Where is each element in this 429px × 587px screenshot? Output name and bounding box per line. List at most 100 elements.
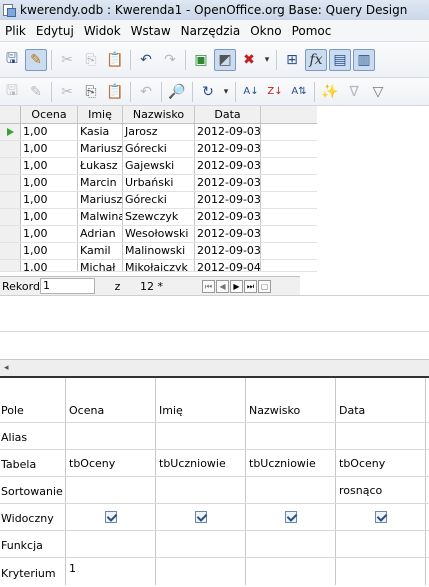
table-row[interactable]: 1,00 Marcin Urbański 2012-09-03 [0,175,317,192]
cell-data[interactable]: 2012-09-03 [195,192,261,208]
alias-cell[interactable] [336,423,426,449]
edit-pencil-icon[interactable]: ✎ [25,48,47,71]
first-record-icon[interactable]: ⏮ [202,279,215,293]
sort-cell[interactable] [156,477,246,503]
cell-data[interactable]: 2012-09-03 [195,175,261,191]
row-selector[interactable] [0,226,21,242]
menu-narzedzia[interactable]: Narzędzia [176,24,246,38]
find-record-icon[interactable]: 🔎 [166,81,188,103]
menu-edytuj[interactable]: Edytuj [31,24,79,38]
cell-nazwisko[interactable]: Urbański [123,175,195,191]
cell-ocena[interactable]: 1,00 [21,209,78,225]
record-number-input[interactable]: 1 [40,278,95,294]
next-record-icon[interactable]: ▶ [230,279,243,293]
column-header[interactable]: Ocena [21,106,78,123]
sort-ascending-icon[interactable]: A↓ [240,81,262,103]
table-row[interactable]: 1,00 Malwina Szewczyk 2012-09-03 [0,209,317,226]
alias-cell[interactable] [66,423,156,449]
new-record-icon[interactable]: ▢ [258,279,271,293]
cell-data[interactable]: 2012-09-03 [195,226,261,242]
sort-cell[interactable] [246,477,336,503]
visible-checkbox[interactable] [105,511,117,523]
cell-nazwisko[interactable]: Górecki [123,141,195,157]
cut-icon[interactable]: ✂ [56,49,78,71]
alias-cell[interactable] [156,423,246,449]
row-selector[interactable] [0,158,21,174]
row-selector[interactable] [0,141,21,157]
menu-okno[interactable]: Okno [245,24,286,38]
alias-cell[interactable] [246,423,336,449]
menu-wstaw[interactable]: Wstaw [126,24,176,38]
autofilter-icon[interactable]: ✨ [319,81,341,103]
cell-data[interactable]: 2012-09-03 [195,141,261,157]
scroll-left-icon[interactable]: ◂ [4,363,9,373]
criterion-cell[interactable] [156,558,246,585]
menu-plik[interactable]: Plik [0,24,31,38]
table-design-area[interactable] [0,295,429,359]
function-cell[interactable] [156,531,246,557]
table-cell[interactable]: tbOceny [66,450,156,476]
save-icon[interactable]: 🖫 [1,49,23,71]
previous-record-icon[interactable]: ◀ [216,279,229,293]
row-selector[interactable] [0,175,21,191]
cell-imie[interactable]: Mariusz [78,141,123,157]
functions-icon[interactable]: fx [305,48,327,71]
field-cell[interactable]: Imię [156,378,246,422]
visible-checkbox[interactable] [375,511,387,523]
paste-icon[interactable]: 📋 [104,49,126,71]
table-row[interactable]: 1,00 Kamil Malinowski 2012-09-03 [0,243,317,260]
refresh-icon[interactable]: ↻ [197,81,219,103]
filter-icon[interactable]: ▽ [367,81,389,103]
function-cell[interactable] [66,531,156,557]
field-cell[interactable]: Nazwisko [246,378,336,422]
row-selector[interactable] [0,124,21,140]
sort-descending-icon[interactable]: Z↓ [264,81,286,103]
dropdown-arrow-icon[interactable]: ▾ [221,81,231,103]
horizontal-scrollbar[interactable]: ◂ [0,359,429,376]
cell-imie[interactable]: Marcin [78,175,123,191]
cut-icon[interactable]: ✂ [56,81,78,103]
cell-nazwisko[interactable]: Malinowski [123,243,195,259]
sort-cell[interactable] [66,477,156,503]
cell-imie[interactable]: Łukasz [78,158,123,174]
criterion-cell[interactable] [336,558,426,585]
table-cell[interactable]: tbUczniowie [246,450,336,476]
visible-checkbox[interactable] [285,511,297,523]
table-row[interactable]: 1,00 Michał Mikołajczyk 2012-09-04 [0,260,317,272]
cell-ocena[interactable]: 1,00 [21,141,78,157]
toggle-design-icon[interactable]: ◩ [214,48,236,71]
cell-ocena[interactable]: 1,00 [21,158,78,174]
visible-checkbox[interactable] [195,511,207,523]
cell-ocena[interactable]: 1,00 [21,124,78,140]
criterion-cell[interactable] [246,558,336,585]
menu-widok[interactable]: Widok [79,24,126,38]
table-row[interactable]: 1,00 Mariusz Górecki 2012-09-03 [0,192,317,209]
cell-imie[interactable]: Kamil [78,243,123,259]
cell-data[interactable]: 2012-09-03 [195,158,261,174]
menu-pomoc[interactable]: Pomoc [287,24,337,38]
row-selector[interactable] [0,192,21,208]
cell-nazwisko[interactable]: Szewczyk [123,209,195,225]
column-header[interactable]: Imię [78,106,123,123]
table-cell[interactable]: tbOceny [336,450,426,476]
cell-nazwisko[interactable]: Wesołowski [123,226,195,242]
save-record-icon[interactable]: 🖫 [1,81,23,103]
cell-imie[interactable]: Adrian [78,226,123,242]
copy-icon[interactable]: ⎘ [80,81,102,103]
row-selector[interactable] [0,243,21,259]
field-cell[interactable]: Ocena [66,378,156,422]
table-row[interactable]: 1,00 Mariusz Górecki 2012-09-03 [0,141,317,158]
cell-imie[interactable]: Mariusz [78,192,123,208]
sort-icon[interactable]: A⇅ [288,81,310,103]
cell-data[interactable]: 2012-09-03 [195,209,261,225]
add-table-icon[interactable]: ⊞ [281,49,303,71]
cell-data[interactable]: 2012-09-03 [195,243,261,259]
cell-data[interactable]: 2012-09-04 [195,260,261,271]
function-cell[interactable] [246,531,336,557]
cell-imie[interactable]: Michał [78,260,123,271]
clear-query-icon[interactable]: ✖ [238,49,260,71]
row-selector[interactable] [0,209,21,225]
dropdown-arrow-icon[interactable]: ▾ [262,49,272,71]
edit-data-icon[interactable]: ✎ [25,81,47,103]
cell-nazwisko[interactable]: Górecki [123,192,195,208]
